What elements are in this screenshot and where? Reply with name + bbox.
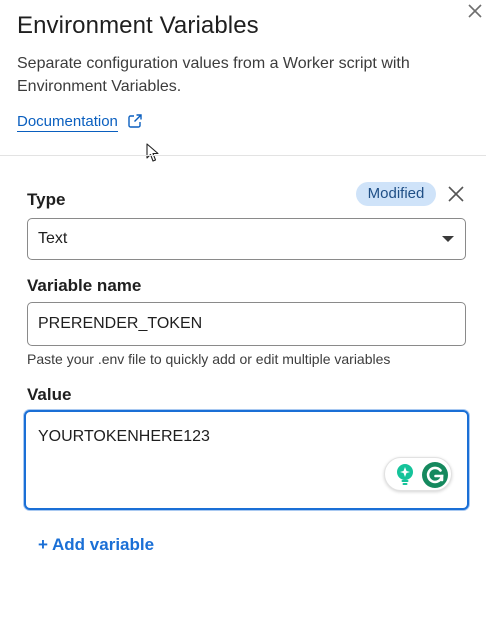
- environment-variables-panel: Environment Variables Separate configura…: [0, 0, 486, 629]
- type-select-value: Text: [38, 230, 68, 247]
- grammarly-widget[interactable]: [384, 457, 452, 491]
- value-label: Value: [27, 385, 72, 404]
- documentation-link[interactable]: Documentation: [17, 113, 118, 132]
- mouse-cursor-icon: [146, 143, 159, 162]
- modified-badge: Modified: [356, 182, 436, 206]
- paste-env-hint: Paste your .env file to quickly add or e…: [27, 351, 391, 367]
- chevron-down-icon: [442, 236, 454, 242]
- section-divider: [0, 155, 486, 156]
- close-icon[interactable]: [466, 2, 484, 20]
- type-label: Type: [27, 190, 66, 209]
- type-select[interactable]: Text: [27, 218, 466, 260]
- add-variable-button[interactable]: + Add variable: [38, 535, 154, 555]
- value-textarea[interactable]: YOURTOKENHERE123: [24, 410, 469, 510]
- value-text: YOURTOKENHERE123: [38, 428, 210, 445]
- grammarly-icon[interactable]: [421, 461, 449, 489]
- external-link-icon[interactable]: [127, 113, 143, 129]
- panel-description: Separate configuration values from a Wor…: [17, 55, 410, 95]
- lightbulb-icon[interactable]: [393, 462, 417, 488]
- variable-name-label: Variable name: [27, 276, 142, 295]
- panel-title: Environment Variables: [17, 12, 259, 39]
- remove-icon[interactable]: [447, 185, 465, 203]
- variable-name-input[interactable]: PRERENDER_TOKEN: [27, 302, 466, 346]
